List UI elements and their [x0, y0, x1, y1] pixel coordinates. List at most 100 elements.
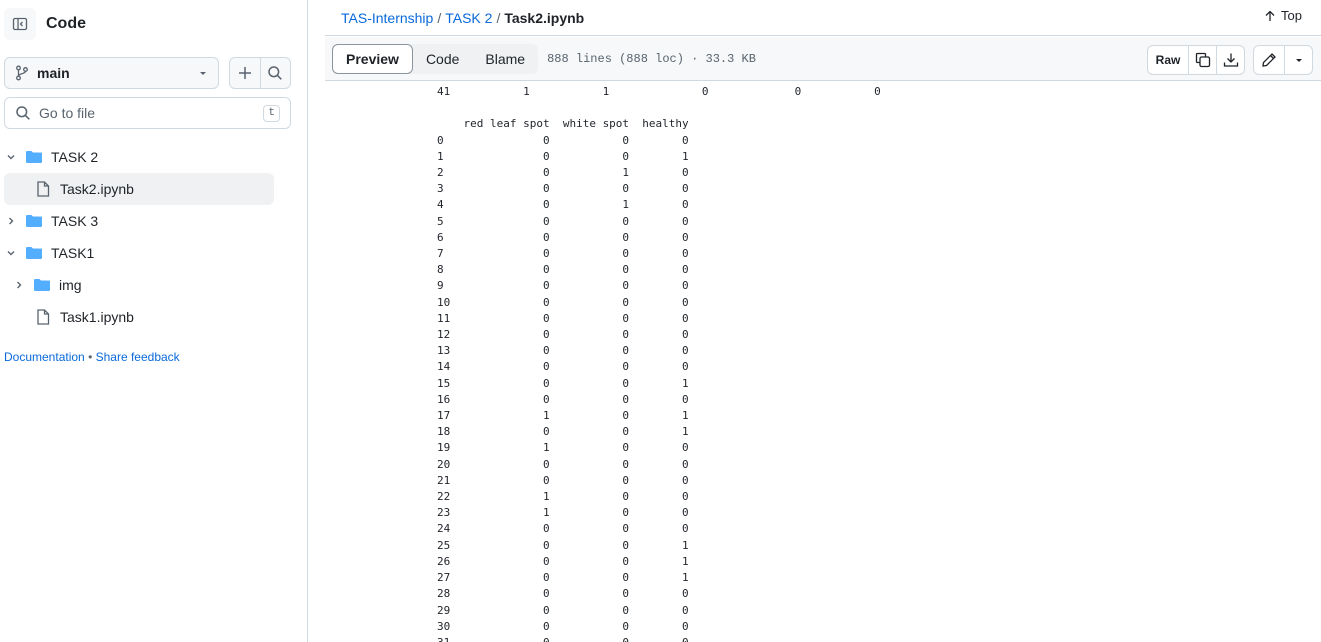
tree-item-label: Task2.ipynb	[60, 181, 134, 197]
tab-code[interactable]: Code	[413, 44, 472, 74]
dataframe-row: 18 0 0 1	[437, 425, 689, 439]
documentation-link[interactable]: Documentation	[4, 350, 85, 364]
back-to-top-link[interactable]: Top	[1264, 8, 1302, 23]
breadcrumb-folder[interactable]: TASK 2	[445, 10, 492, 26]
chevron-right-icon[interactable]	[3, 216, 19, 226]
sidebar-collapse-icon	[12, 17, 28, 31]
breadcrumb: TAS-Internship / TASK 2/Task2.ipynb	[341, 10, 584, 26]
tree-item-task-3[interactable]: TASK 3	[0, 205, 300, 237]
file-icon	[34, 181, 52, 197]
branch-name: main	[37, 65, 70, 81]
notebook-output: 41 1 1 0 0 0 red leaf spot white spot he…	[437, 84, 881, 642]
dataframe-row: 16 0 0 0	[437, 392, 689, 406]
dataframe-rows: 0 0 0 01 0 0 12 0 1 03 0 0 04 0 1 05 0 0…	[437, 133, 881, 642]
dataframe-row: 25 0 0 1	[437, 538, 689, 552]
view-mode-tabs: Preview Code Blame	[332, 43, 539, 74]
dataframe-row: 22 1 0 0	[437, 490, 689, 504]
sidebar-header: Code	[4, 8, 86, 40]
dataframe-row: 11 0 0 0	[437, 311, 689, 325]
dataframe-row: 26 0 0 1	[437, 554, 689, 568]
folder-open-icon	[25, 246, 43, 260]
tree-item-label: TASK 3	[51, 213, 99, 229]
tree-item-task1[interactable]: TASK1	[0, 237, 300, 269]
dataframe-row: 6 0 0 0	[437, 230, 689, 244]
raw-button[interactable]: Raw	[1148, 46, 1188, 74]
branch-row: main	[4, 57, 291, 89]
dataframe-row: 5 0 0 0	[437, 214, 689, 228]
copy-icon	[1195, 52, 1210, 68]
caret-down-icon	[1295, 59, 1302, 62]
dataframe-row: 9 0 0 0	[437, 279, 689, 293]
tree-item-task2-ipynb[interactable]: Task2.ipynb	[4, 173, 274, 205]
arrow-up-icon	[1265, 10, 1275, 21]
edit-options-button[interactable]	[1284, 46, 1312, 74]
previous-row: 41 1 1 0 0 0	[437, 85, 881, 98]
pencil-icon	[1262, 53, 1276, 67]
download-button[interactable]	[1216, 46, 1244, 74]
sidebar-title: Code	[46, 15, 86, 32]
dataframe-row: 3 0 0 0	[437, 182, 689, 196]
tree-item-label: Task1.ipynb	[60, 309, 134, 325]
tree-item-img[interactable]: img	[0, 269, 300, 301]
file-toolbar: Preview Code Blame 888 lines (888 loc) ·…	[325, 37, 1321, 81]
go-to-file-field[interactable]: t	[4, 97, 291, 129]
dataframe-row: 23 1 0 0	[437, 506, 689, 520]
download-icon	[1223, 53, 1238, 67]
go-to-file-input[interactable]	[39, 105, 264, 121]
breadcrumb-current-file: Task2.ipynb	[504, 9, 585, 26]
dataframe-row: 19 1 0 0	[437, 441, 689, 455]
tree-item-label: TASK1	[51, 245, 95, 261]
dataframe-row: 4 0 1 0	[437, 198, 689, 212]
chevron-down-icon[interactable]	[3, 248, 19, 258]
search-icon	[268, 66, 283, 80]
chevron-down-icon[interactable]	[3, 152, 19, 162]
dataframe-row: 10 0 0 0	[437, 295, 689, 309]
share-feedback-link[interactable]: Share feedback	[96, 350, 180, 364]
top-link-label: Top	[1281, 8, 1302, 23]
folder-icon	[33, 278, 51, 292]
plus-icon	[238, 67, 251, 79]
tab-blame[interactable]: Blame	[472, 44, 538, 74]
copy-raw-button[interactable]	[1188, 46, 1216, 74]
dataframe-row: 13 0 0 0	[437, 344, 689, 358]
file-actions: Raw	[1147, 45, 1313, 75]
dataframe-row: 7 0 0 0	[437, 247, 689, 261]
tree-item-task1-ipynb[interactable]: Task1.ipynb	[0, 301, 300, 333]
dataframe-row: 2 0 1 0	[437, 166, 689, 180]
blank-line	[437, 100, 881, 116]
file-info: 888 lines (888 loc) · 33.3 KB	[547, 51, 756, 66]
breadcrumb-repo[interactable]: TAS-Internship	[341, 10, 433, 26]
dataframe-header: red leaf spot white spot healthy	[437, 117, 689, 131]
dataframe-row: 8 0 0 0	[437, 263, 689, 277]
dataframe-row: 0 0 0 0	[437, 133, 689, 147]
search-code-button[interactable]	[261, 58, 291, 88]
breadcrumb-separator: /	[437, 9, 442, 26]
folder-open-icon	[25, 150, 43, 164]
edit-file-button[interactable]	[1254, 46, 1284, 74]
tab-preview[interactable]: Preview	[332, 43, 413, 74]
branch-icon	[16, 65, 28, 81]
tree-item-label: img	[59, 277, 82, 293]
dataframe-row: 20 0 0 0	[437, 457, 689, 471]
dataframe-row: 1 0 0 1	[437, 149, 689, 163]
file-icon	[34, 309, 52, 325]
dataframe-row: 24 0 0 0	[437, 522, 689, 536]
chevron-right-icon[interactable]	[11, 280, 27, 290]
file-tree-sidebar: Code main t TASK 2 Ta	[0, 0, 308, 642]
sidebar-actions	[229, 57, 291, 89]
dataframe-row: 21 0 0 0	[437, 473, 689, 487]
tree-item-task-2[interactable]: TASK 2	[0, 141, 300, 173]
tree-item-label: TASK 2	[51, 149, 99, 165]
dataframe-row: 15 0 0 1	[437, 376, 689, 390]
file-header: TAS-Internship / TASK 2/Task2.ipynb Top	[325, 0, 1321, 36]
caret-down-icon	[200, 72, 206, 75]
sidebar-footer: Documentation • Share feedback	[4, 350, 180, 364]
folder-icon	[25, 214, 43, 228]
branch-selector[interactable]: main	[4, 57, 219, 89]
dataframe-row: 12 0 0 0	[437, 328, 689, 342]
separator-bullet: •	[88, 350, 93, 364]
shortcut-hint: t	[263, 104, 280, 122]
collapse-sidebar-button[interactable]	[4, 8, 36, 40]
dataframe-row: 14 0 0 0	[437, 360, 689, 374]
add-file-button[interactable]	[230, 58, 261, 88]
